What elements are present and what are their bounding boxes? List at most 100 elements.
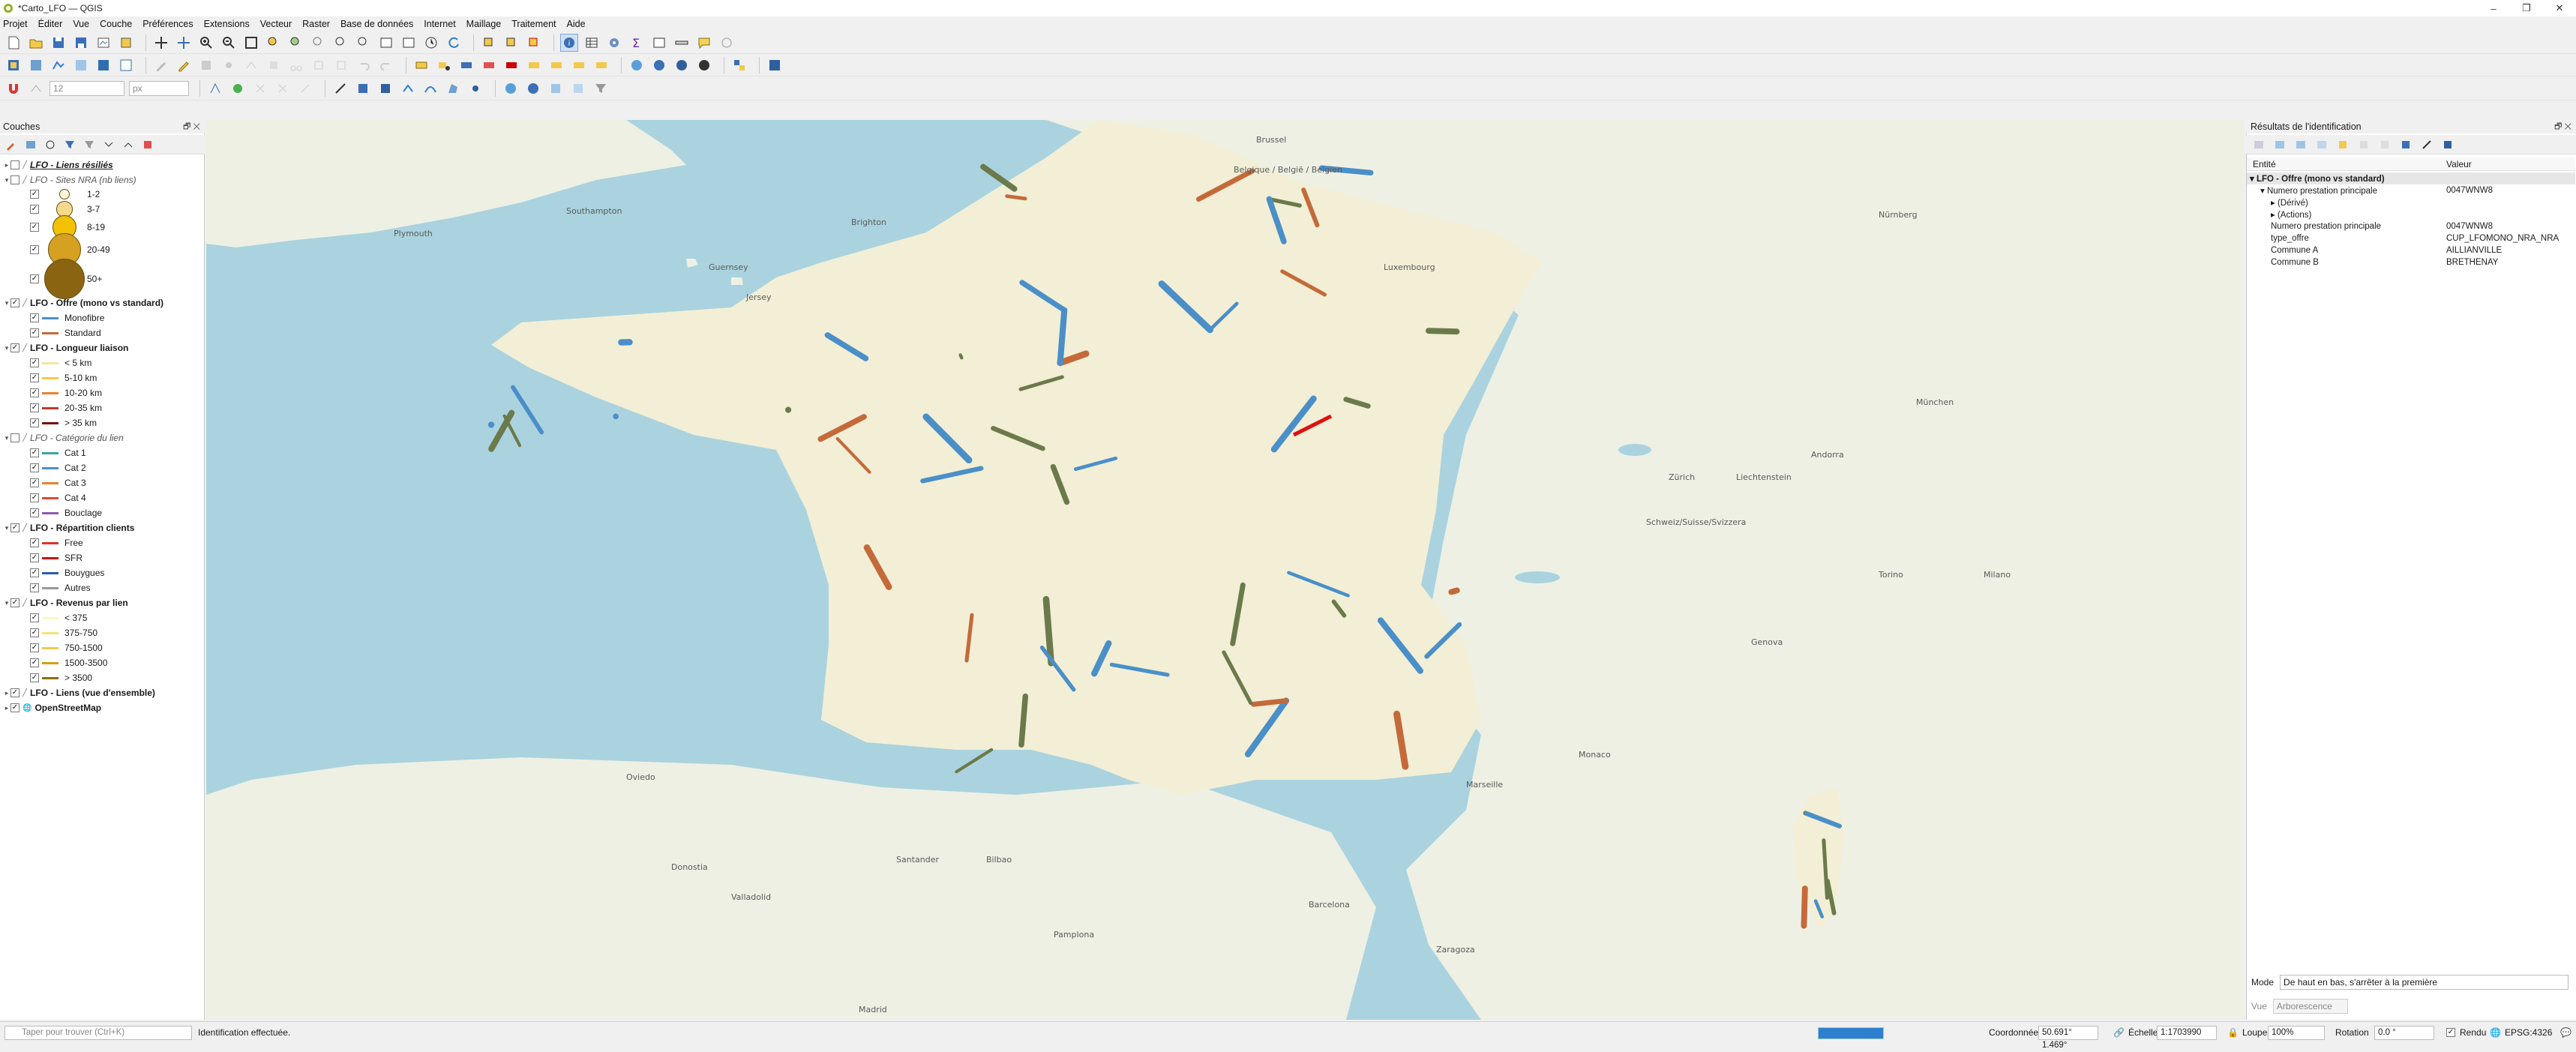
processing-icon[interactable] bbox=[502, 79, 520, 97]
help-icon[interactable] bbox=[766, 56, 784, 74]
save-as-icon[interactable] bbox=[72, 34, 90, 52]
vertex-tool-icon[interactable] bbox=[242, 56, 260, 74]
render-checkbox[interactable] bbox=[2446, 1028, 2455, 1037]
layer-lfo-cat-gorie-du-lien[interactable]: ▾╱LFO - Catégorie du lien bbox=[0, 430, 124, 445]
legend-item-checkbox[interactable] bbox=[30, 628, 39, 637]
new-3d-view-icon[interactable] bbox=[400, 34, 418, 52]
manage-themes-icon[interactable] bbox=[43, 138, 57, 151]
legend-item-checkbox[interactable] bbox=[30, 673, 39, 682]
collapse-arrow-icon[interactable]: ▾ bbox=[3, 599, 10, 607]
data-source-manager-icon[interactable] bbox=[4, 56, 22, 74]
intersect-icon[interactable] bbox=[274, 79, 292, 97]
legend-item[interactable]: 1500-3500 bbox=[0, 655, 107, 670]
legend-item-checkbox[interactable] bbox=[30, 373, 39, 382]
legend-item-checkbox[interactable] bbox=[30, 613, 39, 622]
magnifier-field[interactable]: 100% bbox=[2268, 1026, 2325, 1040]
label-tool-icon[interactable] bbox=[412, 56, 430, 74]
scale-lock-icon[interactable]: 🔗 bbox=[2113, 1027, 2125, 1038]
label-pin-icon[interactable] bbox=[435, 56, 453, 74]
snap-options-icon[interactable] bbox=[296, 79, 314, 97]
expand-all-icon[interactable] bbox=[102, 138, 115, 151]
add-feature-icon[interactable] bbox=[220, 56, 238, 74]
new-print-layout-icon[interactable] bbox=[94, 34, 112, 52]
identify-help-icon[interactable] bbox=[2441, 138, 2455, 151]
coordinate-field[interactable]: 50.691° 1.469° bbox=[2038, 1026, 2098, 1040]
legend-item[interactable]: 20-35 km bbox=[0, 400, 102, 415]
identify-result-row[interactable]: ▾ LFO - Offre (mono vs standard) bbox=[2247, 172, 2575, 184]
statistics-icon[interactable] bbox=[650, 34, 668, 52]
unit-select[interactable]: px bbox=[129, 81, 189, 96]
save-project-icon[interactable] bbox=[49, 34, 67, 52]
shape-digitize-icon[interactable] bbox=[354, 79, 372, 97]
legend-item-checkbox[interactable] bbox=[30, 418, 39, 427]
delete-selected-icon[interactable] bbox=[265, 56, 283, 74]
zoom-in-icon[interactable] bbox=[197, 34, 215, 52]
collapse-tree-icon[interactable] bbox=[2294, 138, 2308, 151]
legend-item[interactable]: 375-750 bbox=[0, 625, 97, 640]
filter-icon[interactable] bbox=[592, 79, 610, 97]
new-map-view-icon[interactable] bbox=[377, 34, 395, 52]
legend-item[interactable]: 750-1500 bbox=[0, 640, 103, 655]
select-feature-icon[interactable] bbox=[2336, 138, 2350, 151]
legend-item-checkbox[interactable] bbox=[30, 478, 39, 487]
tracing-icon[interactable] bbox=[229, 79, 247, 97]
mode-select[interactable]: De haut en bas, s'arrêter à la première bbox=[2280, 975, 2569, 990]
copy-feature-icon[interactable] bbox=[2357, 138, 2371, 151]
menu-aide[interactable]: Aide bbox=[567, 19, 586, 29]
pan-icon[interactable] bbox=[152, 34, 170, 52]
measure-icon[interactable] bbox=[673, 34, 691, 52]
zoom-out-icon[interactable] bbox=[220, 34, 238, 52]
pan-to-selection-icon[interactable] bbox=[175, 34, 193, 52]
legend-item[interactable]: > 3500 bbox=[0, 670, 92, 685]
new-mesh-layer-icon[interactable] bbox=[117, 56, 135, 74]
legend-item-checkbox[interactable] bbox=[30, 245, 39, 254]
menu-preferences[interactable]: Préférences bbox=[142, 19, 193, 29]
zoom-to-selection-icon[interactable] bbox=[265, 34, 283, 52]
collapse-arrow-icon[interactable]: ▾ bbox=[3, 524, 10, 532]
new-project-icon[interactable] bbox=[4, 34, 22, 52]
layer-lfo-r-partition-clients[interactable]: ▾╱LFO - Répartition clients bbox=[0, 520, 134, 535]
legend-item-checkbox[interactable] bbox=[30, 643, 39, 652]
legend-item[interactable]: Cat 2 bbox=[0, 460, 86, 475]
zoom-last-icon[interactable] bbox=[332, 34, 350, 52]
legend-item[interactable]: > 35 km bbox=[0, 415, 97, 430]
temporal-controller-icon[interactable] bbox=[422, 34, 440, 52]
identify-result-row[interactable]: ▸ (Actions) bbox=[2247, 208, 2575, 220]
settings-gear-icon[interactable] bbox=[605, 34, 623, 52]
layer-visibility-checkbox[interactable] bbox=[10, 298, 19, 307]
legend-item[interactable]: < 375 bbox=[0, 610, 87, 625]
identify-panel-close-icon[interactable]: 🗗 ✕ bbox=[2554, 120, 2572, 133]
new-geopackage-icon[interactable] bbox=[27, 56, 45, 74]
crs-globe-icon[interactable]: 🌐 bbox=[2490, 1027, 2501, 1038]
layer-visibility-checkbox[interactable] bbox=[10, 598, 19, 607]
toggle-editing-icon[interactable] bbox=[175, 56, 193, 74]
map-server-icon[interactable] bbox=[695, 56, 713, 74]
expand-arrow-icon[interactable]: ▸ bbox=[3, 689, 10, 697]
layer-lfo-revenus-par-lien[interactable]: ▾╱LFO - Revenus par lien bbox=[0, 595, 128, 610]
identify-result-row[interactable]: type_offreCUP_LFOMONO_NRA_NRA bbox=[2247, 232, 2575, 244]
layer-lfo-sites-nra-nb-liens-[interactable]: ▾╱LFO - Sites NRA (nb liens) bbox=[0, 172, 136, 187]
legend-item[interactable]: Free bbox=[0, 535, 83, 550]
topology-icon[interactable] bbox=[206, 79, 224, 97]
redo-icon[interactable] bbox=[377, 56, 395, 74]
edit-pencil-icon[interactable] bbox=[152, 56, 170, 74]
collapse-arrow-icon[interactable]: ▾ bbox=[3, 299, 10, 307]
collapse-arrow-icon[interactable]: ▾ bbox=[3, 434, 10, 442]
network-icon[interactable] bbox=[673, 56, 691, 74]
legend-item[interactable]: Monofibre bbox=[0, 310, 104, 325]
magnifier-lock-icon[interactable]: 🔒 bbox=[2227, 1027, 2239, 1038]
results-viewer-icon[interactable] bbox=[569, 79, 587, 97]
wms-icon[interactable] bbox=[650, 56, 668, 74]
legend-item[interactable]: < 5 km bbox=[0, 355, 91, 370]
self-snap-icon[interactable] bbox=[251, 79, 269, 97]
identify-settings-icon[interactable] bbox=[2420, 138, 2434, 151]
legend-item[interactable]: Bouygues bbox=[0, 565, 104, 580]
legend-item[interactable]: SFR bbox=[0, 550, 82, 565]
refresh-icon[interactable] bbox=[445, 34, 463, 52]
expand-tree-icon[interactable] bbox=[2252, 138, 2266, 151]
legend-item[interactable]: Cat 1 bbox=[0, 445, 86, 460]
legend-item-checkbox[interactable] bbox=[30, 223, 39, 232]
layer-visibility-checkbox[interactable] bbox=[10, 160, 19, 169]
menu-traitement[interactable]: Traitement bbox=[511, 19, 556, 29]
diagram-icon[interactable] bbox=[570, 56, 588, 74]
